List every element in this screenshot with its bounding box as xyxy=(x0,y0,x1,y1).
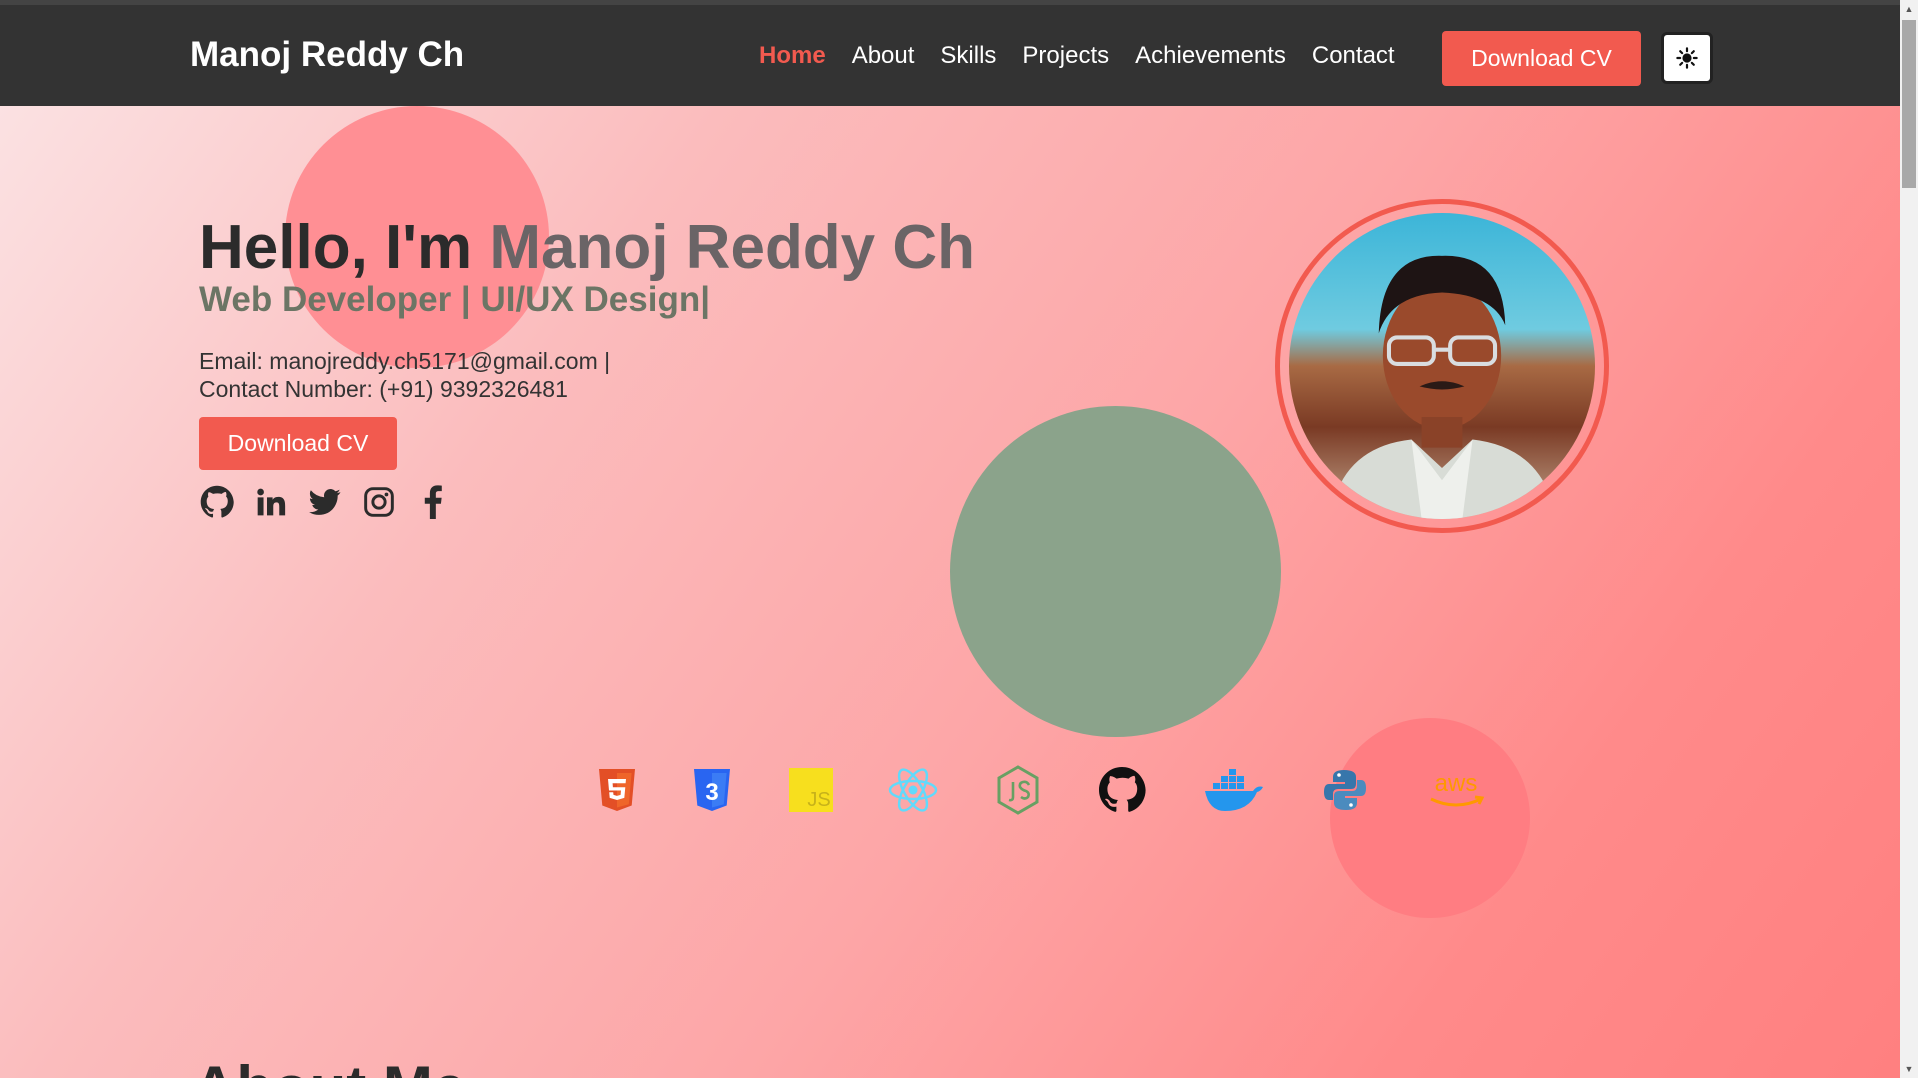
twitter-icon xyxy=(309,489,341,515)
scrollbar-thumb[interactable] xyxy=(1902,20,1916,188)
github-icon xyxy=(200,485,234,518)
brand-logo-text[interactable]: Manoj Reddy Ch xyxy=(190,35,464,75)
aws-icon-label: aws xyxy=(1435,770,1478,797)
hero-greeting: Hello, I'm xyxy=(199,213,490,282)
linkedin-link[interactable] xyxy=(253,484,289,520)
nav-link-skills[interactable]: Skills xyxy=(940,42,996,70)
css3-icon: 3 xyxy=(687,762,737,818)
twitter-link[interactable] xyxy=(307,484,343,520)
hero-section: Hello, I'm Manoj Reddy Ch Web Developer … xyxy=(0,106,1900,1078)
hero-email: Email: manojreddy.ch5171@gmail.com | xyxy=(199,348,611,374)
instagram-link[interactable] xyxy=(361,484,397,520)
nav-link-contact[interactable]: Contact xyxy=(1312,42,1395,70)
profile-photo-frame xyxy=(1275,199,1609,533)
github-icon xyxy=(1096,762,1148,818)
github-link[interactable] xyxy=(199,484,235,520)
instagram-icon xyxy=(364,487,394,517)
facebook-link[interactable] xyxy=(415,484,451,520)
nav-link-about[interactable]: About xyxy=(852,42,915,70)
hero-subtitle: Web Developer | UI/UX Design| xyxy=(199,280,711,319)
sun-icon xyxy=(1676,47,1698,69)
aws-icon: aws xyxy=(1424,762,1488,818)
theme-toggle-button[interactable] xyxy=(1661,32,1713,84)
nav-download-cv-button[interactable]: Download CV xyxy=(1442,31,1641,86)
navbar: Manoj Reddy Ch Home About Skills Project… xyxy=(0,0,1900,106)
css3-icon-label: 3 xyxy=(705,779,718,806)
about-heading: About Me xyxy=(193,1053,466,1078)
hero-title: Hello, I'm Manoj Reddy Ch xyxy=(199,212,975,283)
profile-photo xyxy=(1289,213,1595,519)
nav-link-achievements[interactable]: Achievements xyxy=(1135,42,1286,70)
decorative-blob-green xyxy=(950,406,1281,737)
nodejs-icon xyxy=(993,762,1043,818)
tech-stack-icons: 3 JS aws xyxy=(0,762,1900,832)
hero-name: Manoj Reddy Ch xyxy=(489,213,976,282)
social-links xyxy=(199,484,451,520)
linkedin-icon xyxy=(257,488,286,516)
python-icon xyxy=(1320,762,1370,818)
javascript-icon: JS xyxy=(786,762,836,818)
facebook-icon xyxy=(424,485,442,519)
scroll-up-arrow-icon[interactable]: ▲ xyxy=(1900,0,1918,18)
react-icon xyxy=(886,762,940,818)
nav-links: Home About Skills Projects Achievements … xyxy=(759,42,1395,70)
nav-link-projects[interactable]: Projects xyxy=(1022,42,1109,70)
hero-phone: Contact Number: (+91) 9392326481 xyxy=(199,376,568,402)
page-scrollbar[interactable]: ▲ ▼ xyxy=(1900,0,1918,1078)
docker-icon xyxy=(1202,762,1266,818)
scroll-down-arrow-icon[interactable]: ▼ xyxy=(1900,1060,1918,1078)
hero-download-cv-button[interactable]: Download CV xyxy=(199,417,397,470)
javascript-icon-label: JS xyxy=(807,789,830,811)
nav-link-home[interactable]: Home xyxy=(759,42,826,70)
html5-icon xyxy=(592,762,642,818)
